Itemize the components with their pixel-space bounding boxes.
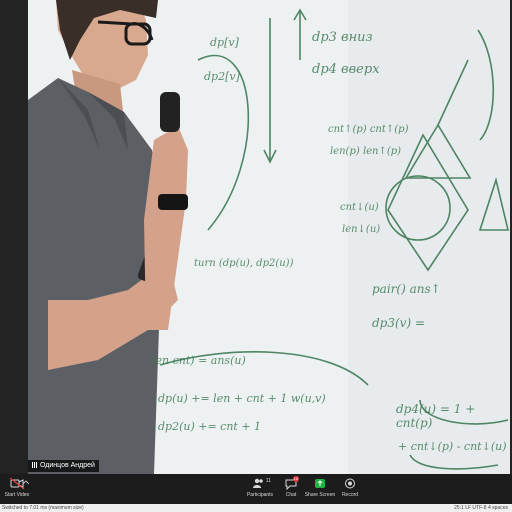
signal-icon [32, 462, 38, 468]
participant-name-tag: Одинцов Андрей [28, 460, 99, 472]
record-button[interactable]: Record [338, 476, 362, 502]
participants-button[interactable]: 11 Participants [244, 476, 276, 502]
video-feed [28, 0, 510, 474]
share-screen-button[interactable]: Share Screen [304, 476, 336, 502]
left-frame [0, 0, 28, 474]
status-right: 25:1 LF UTF-8 4 spaces [454, 505, 508, 511]
status-left: Switched to 7.01 ms (maximum size) [2, 505, 84, 511]
record-label: Record [341, 492, 359, 498]
video-frame-drawing [28, 0, 510, 474]
participants-icon: 11 [251, 477, 271, 490]
chat-badge: 12 [292, 476, 299, 482]
participants-label: Participants [246, 492, 274, 498]
video-options-chevron[interactable] [22, 480, 30, 506]
participant-name: Одинцов Андрей [40, 462, 95, 469]
chat-icon: 12 [282, 476, 300, 491]
share-screen-icon [311, 477, 329, 490]
record-icon [341, 477, 359, 490]
participants-count: 11 [265, 478, 271, 484]
meeting-toolbar: Start Video 11 Participants 12 Chat Shar… [0, 474, 512, 504]
chat-label: Chat [285, 492, 297, 498]
chevron-up-icon [22, 480, 30, 485]
status-bar: Switched to 7.01 ms (maximum size) 25:1 … [0, 504, 512, 512]
chat-button[interactable]: 12 Chat [280, 476, 302, 502]
share-screen-label: Share Screen [304, 492, 336, 498]
